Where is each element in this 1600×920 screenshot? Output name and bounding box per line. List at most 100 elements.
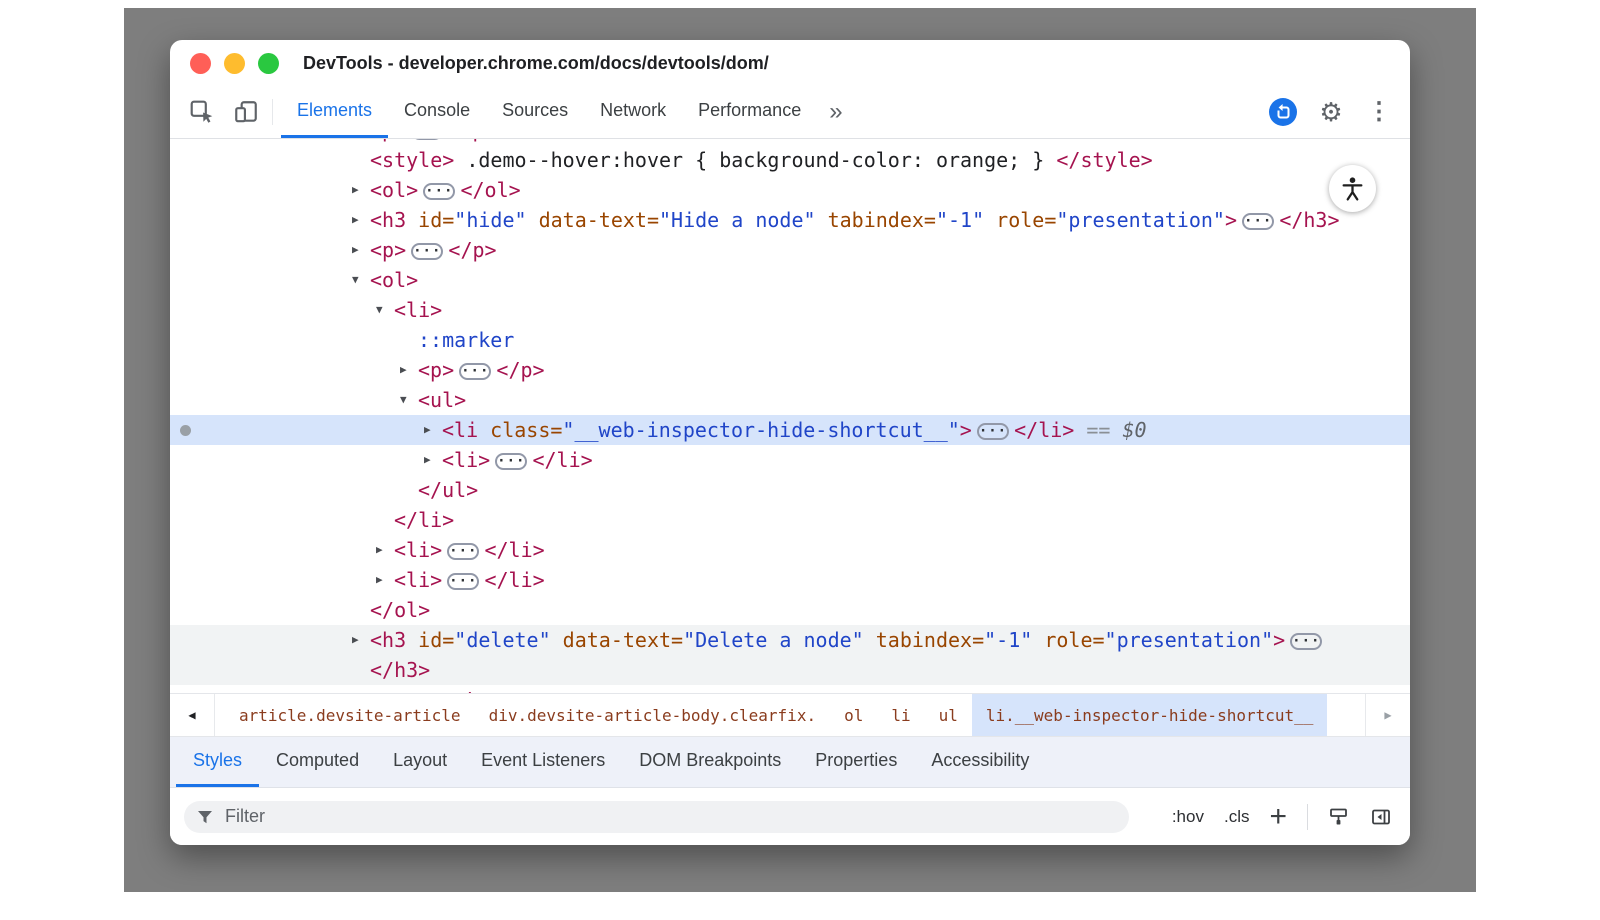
code-token-attr: id= [406, 208, 454, 232]
sync-badge-button[interactable] [1262, 91, 1304, 133]
element-classes-button[interactable]: .cls [1224, 807, 1250, 827]
settings-button[interactable]: ⚙ [1310, 91, 1352, 133]
dom-node[interactable]: ▶<li>···</li> [170, 445, 1410, 475]
breadcrumb-item[interactable]: div.devsite-article-body.clearfix. [475, 694, 831, 736]
breadcrumb-item[interactable]: article.devsite-article [225, 694, 475, 736]
chevron-right-icon: ▶ [1384, 708, 1391, 722]
toggle-element-state-button[interactable]: :hov [1172, 807, 1204, 827]
expand-arrow-icon[interactable]: ▶ [352, 175, 359, 205]
dom-node[interactable]: ▶<ol>···</ol> [170, 175, 1410, 205]
dom-node[interactable]: ▼<ol> [170, 265, 1410, 295]
dom-node[interactable]: ▼ <li> [170, 295, 1410, 325]
panel-tabs: ElementsConsoleSourcesNetworkPerformance [281, 86, 817, 138]
styles-filter-input[interactable] [223, 805, 1117, 828]
kebab-icon: ⋮ [1367, 100, 1391, 124]
square-arrow-icon [1268, 97, 1298, 127]
code-token-tag: <p> [418, 358, 454, 382]
gutter-dot-icon [180, 425, 191, 436]
breadcrumb-item[interactable]: li [877, 694, 924, 736]
code-token-val: "Delete a node" [683, 628, 864, 652]
code-token-attr: tabindex= [816, 208, 936, 232]
expand-arrow-icon[interactable]: ▶ [424, 445, 431, 475]
inspect-element-button[interactable] [180, 86, 224, 138]
breadcrumb-scroll-left-button[interactable]: ◀ [170, 694, 215, 736]
collapse-arrow-icon[interactable]: ▼ [400, 385, 407, 415]
styles-toolbar: :hov .cls + [170, 788, 1410, 845]
expand-ellipsis-icon[interactable]: ··· [411, 243, 443, 260]
dom-node[interactable]: <style> .demo--hover:hover { background-… [170, 145, 1410, 175]
sidebar-tab-accessibility[interactable]: Accessibility [914, 737, 1046, 787]
tab-performance[interactable]: Performance [682, 86, 817, 138]
code-token-pseudo: ::marker [418, 328, 514, 352]
code-token-tag: </p> [448, 238, 496, 262]
breadcrumb-item[interactable]: ol [830, 694, 877, 736]
collapse-arrow-icon[interactable]: ▼ [376, 295, 383, 325]
toggle-device-toolbar-button[interactable] [224, 86, 268, 138]
page-background: DevTools - developer.chrome.com/docs/dev… [124, 8, 1476, 892]
dom-node[interactable]: ▶<h3 id="hide" data-text="Hide a node" t… [170, 205, 1410, 235]
sidebar-tab-properties[interactable]: Properties [798, 737, 914, 787]
expand-ellipsis-icon[interactable]: ··· [977, 423, 1009, 440]
dom-node[interactable]: </ol> [170, 595, 1410, 625]
dom-tree: ▶<p>···</p><style> .demo--hover:hover { … [170, 139, 1410, 693]
dom-node[interactable]: ::marker [170, 325, 1410, 355]
expand-arrow-icon[interactable]: ▶ [376, 565, 383, 595]
sidebar-tab-event-listeners[interactable]: Event Listeners [464, 737, 622, 787]
sidebar-tab-computed[interactable]: Computed [259, 737, 376, 787]
sidebar-tab-layout[interactable]: Layout [376, 737, 464, 787]
expand-ellipsis-icon[interactable]: ··· [459, 363, 491, 380]
more-panels-button[interactable]: » [817, 86, 854, 138]
tab-sources[interactable]: Sources [486, 86, 584, 138]
expand-ellipsis-icon[interactable]: ··· [447, 573, 479, 590]
expand-ellipsis-icon[interactable]: ··· [1290, 633, 1322, 650]
expand-arrow-icon[interactable]: ▶ [352, 205, 359, 235]
sidebar-toggle-icon[interactable] [1370, 806, 1392, 828]
expand-arrow-icon[interactable]: ▶ [352, 625, 359, 655]
expand-ellipsis-icon[interactable]: ··· [1242, 213, 1274, 230]
filter-funnel-icon [196, 808, 214, 826]
expand-arrow-icon[interactable]: ▶ [376, 535, 383, 565]
tab-console[interactable]: Console [388, 86, 486, 138]
dom-node[interactable]: ▼ <ul> [170, 385, 1410, 415]
code-token-tag: > [960, 418, 972, 442]
dom-node[interactable]: </h3> [170, 655, 1410, 685]
breadcrumb-item[interactable]: ul [925, 694, 972, 736]
code-token-val: "presentation" [1056, 208, 1225, 232]
zoom-button[interactable] [258, 53, 279, 74]
expand-arrow-icon[interactable]: ▶ [424, 415, 431, 445]
breadcrumb-item[interactable]: li.__web-inspector-hide-shortcut__ [972, 694, 1328, 736]
dom-node[interactable]: ▶<li>···</li> [170, 565, 1410, 595]
styles-filter[interactable] [184, 801, 1129, 833]
dom-node-selected[interactable]: ▶<li class="__web-inspector-hide-shortcu… [170, 415, 1410, 445]
dom-node[interactable]: ▶<h3 id="delete" data-text="Delete a nod… [170, 625, 1410, 655]
expand-ellipsis-icon[interactable]: ··· [447, 543, 479, 560]
minimize-button[interactable] [224, 53, 245, 74]
dom-node[interactable]: ▶<p>···</p> [170, 685, 1410, 693]
tab-network[interactable]: Network [584, 86, 682, 138]
paint-roller-icon[interactable] [1328, 806, 1350, 828]
new-style-rule-button[interactable]: + [1269, 807, 1287, 827]
dom-node[interactable]: </ul> [170, 475, 1410, 505]
expand-ellipsis-icon[interactable]: ··· [495, 453, 527, 470]
dom-node[interactable]: ▶<p>···</p> [170, 355, 1410, 385]
breadcrumb-scroll-right-button[interactable]: ▶ [1365, 694, 1410, 736]
dom-node[interactable]: ▶<li>···</li> [170, 535, 1410, 565]
sidebar-tab-styles[interactable]: Styles [176, 737, 259, 787]
code-token-tag: <li> [394, 298, 442, 322]
dom-node[interactable]: </li> [170, 505, 1410, 535]
code-token-tag: <ul> [418, 388, 466, 412]
collapse-arrow-icon[interactable]: ▼ [352, 265, 359, 295]
expand-arrow-icon[interactable]: ▶ [352, 685, 359, 693]
expand-arrow-icon[interactable]: ▶ [352, 235, 359, 265]
customize-menu-button[interactable]: ⋮ [1358, 91, 1400, 133]
expand-ellipsis-icon[interactable]: ··· [411, 139, 443, 140]
sidebar-tab-dom-breakpoints[interactable]: DOM Breakpoints [622, 737, 798, 787]
close-button[interactable] [190, 53, 211, 74]
styles-controls: :hov .cls + [1172, 804, 1396, 830]
tab-elements[interactable]: Elements [281, 86, 388, 138]
expand-arrow-icon[interactable]: ▶ [400, 355, 407, 385]
dom-node[interactable]: ▶<p>···</p> [170, 235, 1410, 265]
code-token-attr: id= [406, 628, 454, 652]
expand-ellipsis-icon[interactable]: ··· [423, 183, 455, 200]
code-token-val: "Hide a node" [659, 208, 816, 232]
